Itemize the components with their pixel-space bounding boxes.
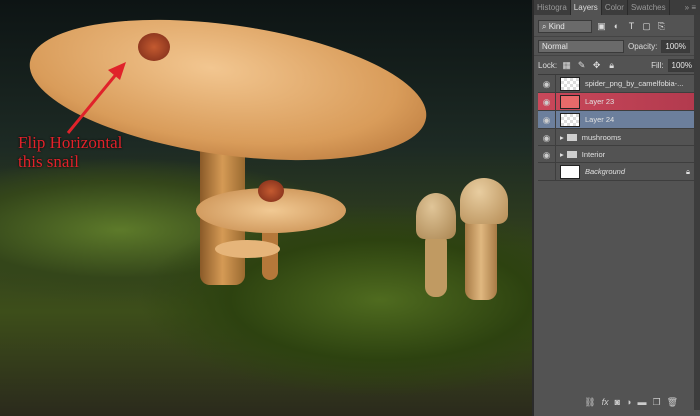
layer-thumbnail	[560, 76, 580, 91]
lock-image-icon[interactable]: ✎	[576, 60, 587, 71]
lock-transparent-icon[interactable]: ▦	[561, 60, 572, 71]
scrollbar[interactable]	[694, 15, 700, 410]
layer-row[interactable]: ◉ spider_png_by_camelfobia-...	[538, 75, 696, 93]
blend-mode-select[interactable]: Normal	[538, 39, 624, 53]
fill-label: Fill:	[651, 60, 664, 70]
adjustment-layer-icon[interactable]: ◑	[626, 397, 631, 407]
tab-histogram[interactable]: Histogra	[534, 0, 571, 15]
annotation-line-2: this snail	[18, 152, 79, 171]
new-layer-icon[interactable]: ❐	[652, 397, 660, 408]
lock-icon: 🔒︎	[686, 166, 690, 176]
visibility-eye-icon[interactable]: ◉	[538, 146, 556, 162]
fill-input[interactable]: 100%	[667, 58, 696, 72]
visibility-eye-icon[interactable]: ◉	[538, 129, 556, 145]
panel-bottom-toolbar: ⛓ fx ◙ ◑ ▬ ❐ 🗑︎	[534, 394, 700, 410]
visibility-eye-icon[interactable]: ◉	[538, 111, 556, 128]
layer-name: Layer 24	[585, 115, 615, 124]
lock-label: Lock:	[538, 60, 558, 70]
layer-name: mushrooms	[581, 132, 621, 142]
lock-all-icon[interactable]: 🔒︎	[606, 60, 617, 71]
tab-layers[interactable]: Layers	[570, 0, 602, 15]
canvas-image: Flip Horizontal this snail	[0, 0, 532, 416]
annotation-text: Flip Horizontal this snail	[18, 133, 122, 171]
visibility-toggle-empty[interactable]	[538, 163, 556, 180]
visibility-eye-icon[interactable]: ◉	[538, 93, 556, 110]
layer-name: Background	[585, 167, 626, 176]
layer-thumbnail	[560, 112, 580, 127]
tab-swatches[interactable]: Swatches	[628, 0, 670, 15]
delete-layer-icon[interactable]: 🗑︎	[667, 397, 678, 408]
link-layers-icon[interactable]: ⛓	[584, 397, 595, 408]
annotation-arrow	[66, 62, 126, 134]
filter-kind-select[interactable]: ⌕ Kind	[538, 20, 592, 33]
opacity-input[interactable]: 100%	[661, 39, 690, 53]
layer-row[interactable]: Background 🔒︎	[538, 163, 696, 181]
panel-menu-icon[interactable]: » ≡	[685, 3, 700, 12]
layers-panel: Histogra Layers Color Swatches » ≡ ⌕ Kin…	[532, 0, 700, 416]
annotation-line-1: Flip Horizontal	[18, 133, 123, 152]
layer-row[interactable]: ◉ Layer 24	[538, 111, 696, 129]
opacity-label: Opacity:	[628, 41, 658, 51]
add-mask-icon[interactable]: ◙	[615, 397, 620, 407]
shape-filter-icon[interactable]: ▢	[641, 21, 652, 32]
layer-name: Layer 23	[585, 97, 615, 106]
layer-thumbnail	[560, 164, 580, 179]
layer-thumbnail	[560, 94, 580, 109]
pixel-filter-icon[interactable]: ▣	[596, 21, 607, 32]
layer-group-row[interactable]: ◉ ▸ Interior	[538, 146, 696, 163]
visibility-eye-icon[interactable]: ◉	[538, 75, 556, 92]
panel-tabs: Histogra Layers Color Swatches » ≡	[534, 0, 700, 15]
expand-arrow-icon[interactable]: ▸	[560, 133, 564, 142]
layers-list: ◉ spider_png_by_camelfobia-... ◉ Layer 2…	[538, 74, 696, 181]
layer-name: Interior	[581, 149, 606, 159]
adjustment-filter-icon[interactable]: ◐	[611, 21, 622, 32]
lock-position-icon[interactable]: ✥	[591, 60, 602, 71]
layer-name: spider_png_by_camelfobia-...	[585, 79, 684, 88]
layer-style-icon[interactable]: fx	[602, 397, 609, 407]
expand-arrow-icon[interactable]: ▸	[560, 150, 564, 159]
folder-icon	[566, 133, 577, 141]
new-group-icon[interactable]: ▬	[637, 397, 646, 407]
type-filter-icon[interactable]: T	[626, 21, 637, 32]
smart-object-filter-icon[interactable]: ⎘	[656, 21, 667, 32]
layer-row[interactable]: ◉ Layer 23	[538, 93, 696, 111]
tab-color[interactable]: Color	[602, 0, 628, 15]
layer-group-row[interactable]: ◉ ▸ mushrooms	[538, 129, 696, 146]
filter-kind-value: Kind	[548, 22, 565, 31]
folder-icon	[566, 150, 577, 158]
